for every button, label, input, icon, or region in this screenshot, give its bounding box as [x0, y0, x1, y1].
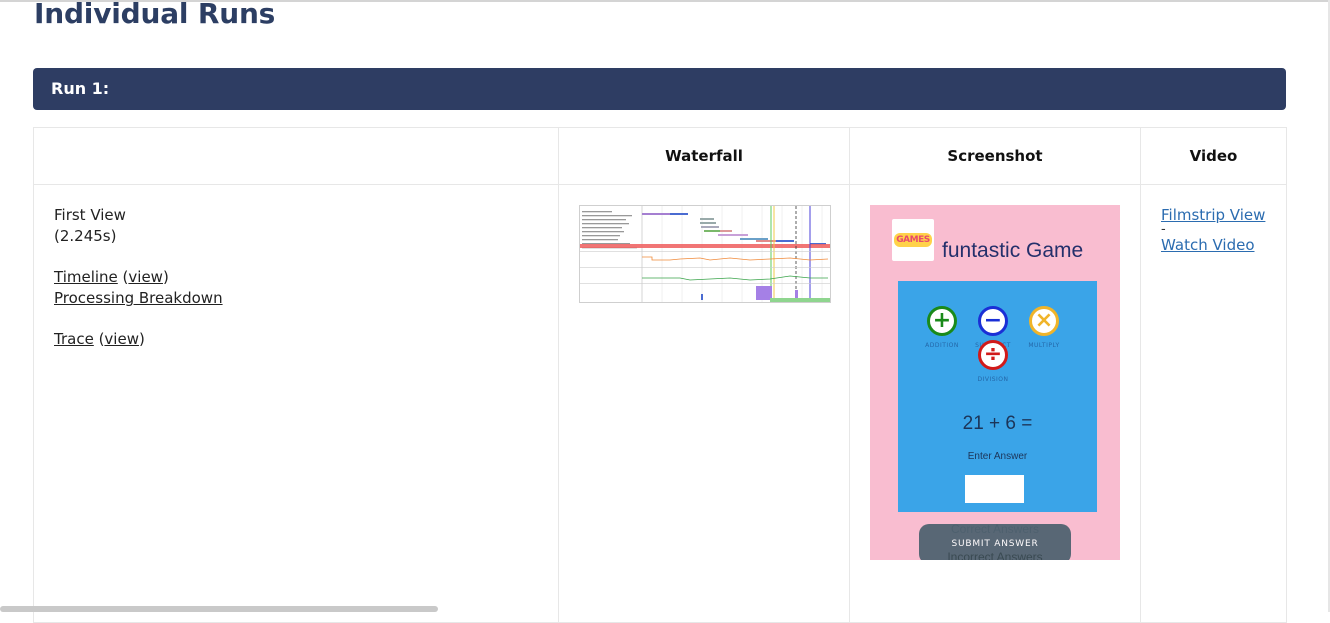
incorrect-answers-label: Incorrect Answers — [947, 550, 1043, 560]
divide-icon[interactable]: ÷ — [978, 340, 1008, 370]
column-header-label — [33, 127, 559, 185]
timeline-view-link[interactable]: view — [128, 268, 163, 286]
answer-input[interactable] — [965, 475, 1024, 503]
game-panel: + ADDITION − SUBTRACT × MULTIPLY ÷ DIVIS… — [898, 281, 1097, 512]
waterfall-graphic — [580, 206, 830, 302]
first-view-label: First View — [54, 206, 126, 224]
page-title: Individual Runs — [34, 0, 276, 30]
column-header-waterfall: Waterfall — [558, 127, 850, 185]
trace-link[interactable]: Trace — [54, 330, 94, 348]
op-label-multiply: MULTIPLY — [1028, 342, 1060, 349]
watch-video-link[interactable]: Watch Video — [1161, 236, 1255, 254]
runs-table: Waterfall Screenshot Video First View (2… — [33, 127, 1287, 623]
multiply-icon[interactable]: × — [1029, 306, 1059, 336]
trace-line: Trace (view) — [54, 330, 145, 348]
waterfall-cell — [558, 184, 850, 623]
link-separator: - — [1161, 222, 1166, 237]
games-logo: GAMES — [892, 219, 934, 261]
games-logo-text: GAMES — [894, 233, 932, 247]
table-header-row: Waterfall Screenshot Video — [33, 127, 1287, 185]
plus-icon[interactable]: + — [927, 306, 957, 336]
equation-text: 21 + 6 = — [962, 413, 1033, 434]
screenshot-cell: GAMES funtastic Game + ADDITION − SUBTRA… — [849, 184, 1141, 623]
trace-view-link[interactable]: view — [104, 330, 139, 348]
waterfall-thumbnail[interactable] — [579, 205, 831, 303]
filmstrip-view-link[interactable]: Filmstrip View — [1161, 206, 1265, 224]
first-view-info: First View (2.245s) Timeline (view) Proc… — [33, 184, 559, 623]
minus-icon[interactable]: − — [978, 306, 1008, 336]
op-label-division: DIVISION — [977, 376, 1009, 383]
column-header-screenshot: Screenshot — [849, 127, 1141, 185]
column-header-video: Video — [1140, 127, 1287, 185]
screenshot-thumbnail[interactable]: GAMES funtastic Game + ADDITION − SUBTRA… — [870, 205, 1120, 560]
run-header: Run 1: — [33, 68, 1286, 110]
first-view-time: (2.245s) — [54, 227, 117, 245]
horizontal-scrollbar[interactable] — [0, 606, 438, 612]
op-label-addition: ADDITION — [925, 342, 959, 349]
first-view-row: First View (2.245s) Timeline (view) Proc… — [33, 184, 1287, 623]
processing-breakdown-link[interactable]: Processing Breakdown — [54, 289, 223, 307]
timeline-link[interactable]: Timeline — [54, 268, 118, 286]
video-cell: Filmstrip View - Watch Video — [1140, 184, 1287, 623]
timeline-line: Timeline (view) — [54, 268, 169, 286]
answer-label: Enter Answer — [967, 451, 1028, 462]
game-title: funtastic Game — [942, 239, 1084, 262]
